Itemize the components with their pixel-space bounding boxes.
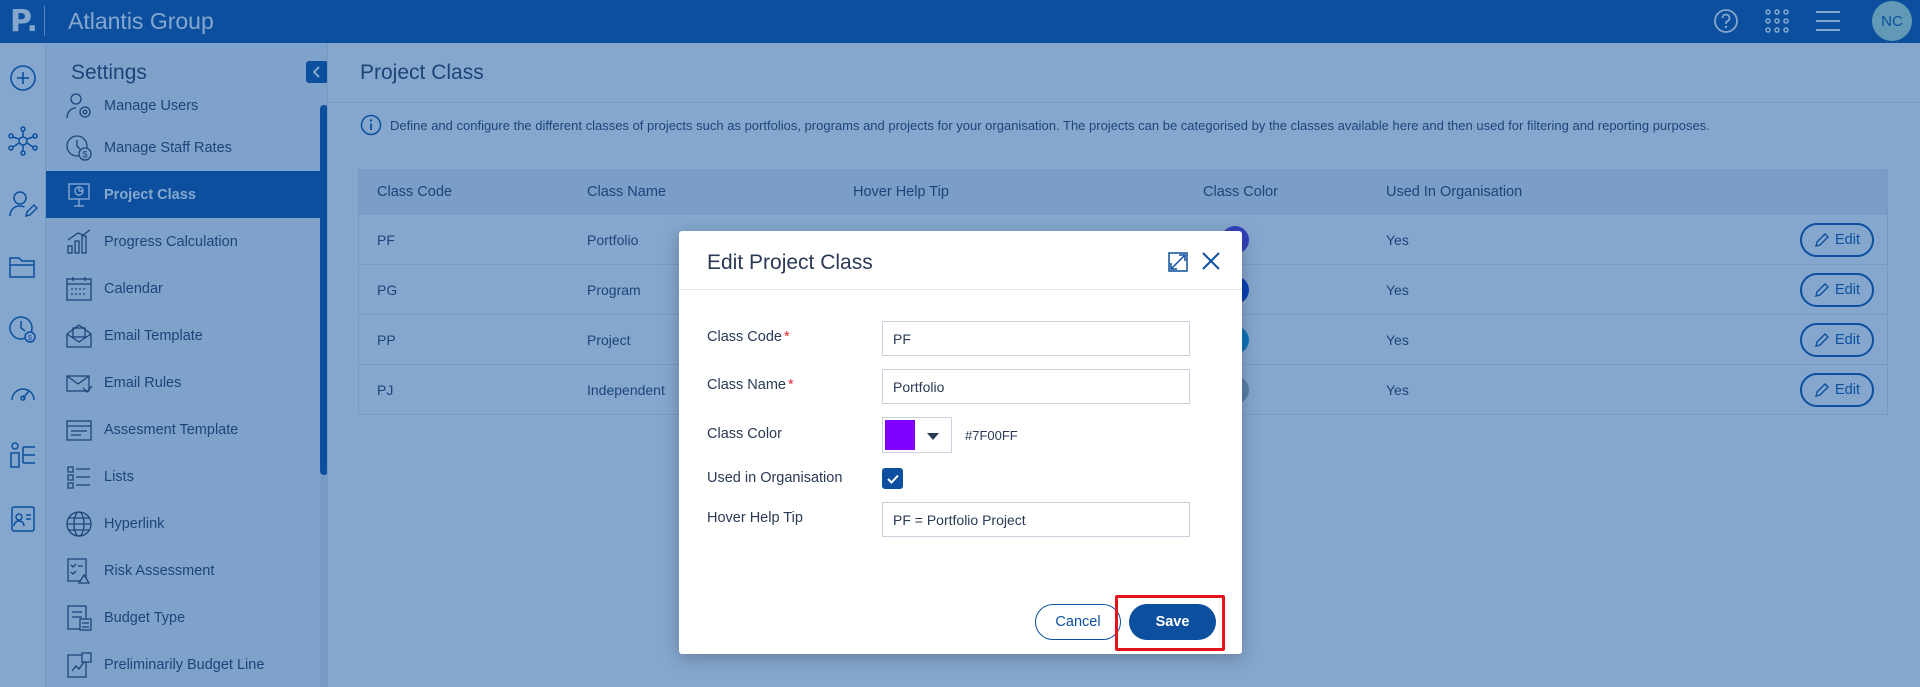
required-marker: *: [787, 377, 794, 393]
used-in-organisation-label: Used in Organisation: [707, 470, 843, 486]
dialog-title: Edit Project Class: [707, 251, 873, 274]
class-name-input[interactable]: Portfolio: [882, 369, 1190, 404]
required-marker: *: [783, 329, 790, 345]
class-color-hex: #7F00FF: [965, 428, 1018, 443]
class-code-label: Class Code *: [707, 329, 790, 345]
edit-project-class-dialog: Edit Project Class Class Code * PF Class …: [679, 231, 1242, 654]
expand-icon[interactable]: [1167, 251, 1189, 273]
dialog-divider: [679, 289, 1242, 290]
hover-help-tip-label: Hover Help Tip: [707, 510, 803, 526]
class-color-label: Class Color: [707, 426, 782, 442]
used-in-organisation-checkbox[interactable]: [882, 468, 903, 489]
class-color-picker[interactable]: [882, 417, 952, 453]
checkmark-icon: [886, 474, 899, 484]
class-code-input[interactable]: PF: [882, 321, 1190, 356]
cancel-button[interactable]: Cancel: [1035, 604, 1121, 640]
hover-help-tip-input[interactable]: PF = Portfolio Project: [882, 502, 1190, 537]
save-button-highlight: [1115, 595, 1225, 651]
selected-color-swatch: [885, 420, 915, 450]
class-name-label: Class Name *: [707, 377, 794, 393]
close-icon[interactable]: [1199, 249, 1223, 273]
caret-down-icon: [927, 433, 939, 440]
